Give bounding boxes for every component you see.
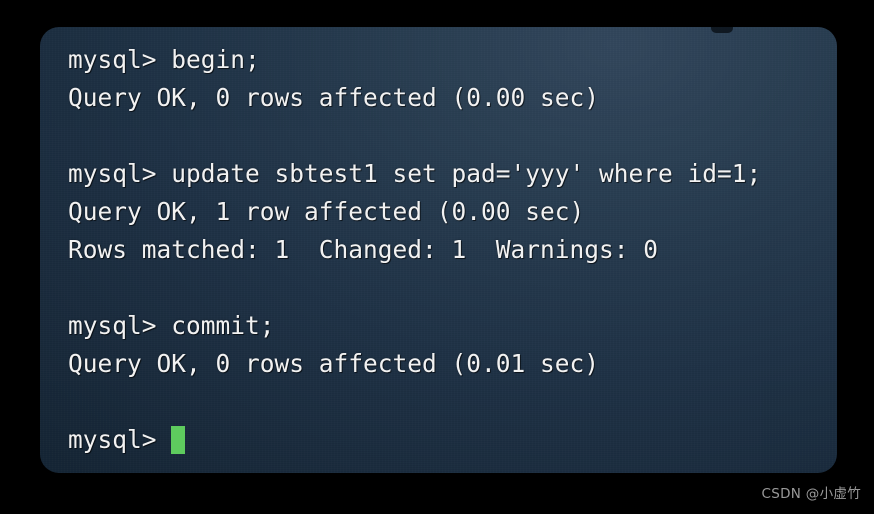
terminal-line: Rows matched: 1 Changed: 1 Warnings: 0: [68, 235, 659, 264]
terminal-prompt-label: mysql>: [68, 425, 157, 454]
terminal-line: mysql> update sbtest1 set pad='yyy' wher…: [68, 159, 762, 188]
terminal-output-area[interactable]: mysql> begin; Query OK, 0 rows affected …: [68, 41, 821, 465]
terminal-line: Query OK, 1 row affected (0.00 sec): [68, 197, 585, 226]
terminal-prompt-line[interactable]: mysql>: [68, 421, 821, 459]
csdn-watermark: CSDN @小虚竹: [761, 486, 861, 502]
screenshot-root: mysql> begin; Query OK, 0 rows affected …: [0, 0, 874, 514]
terminal-line: mysql> commit;: [68, 311, 275, 340]
mysql-terminal-window[interactable]: mysql> begin; Query OK, 0 rows affected …: [40, 27, 837, 473]
terminal-line: Query OK, 0 rows affected (0.00 sec): [68, 83, 600, 112]
terminal-cursor-block: [170, 426, 185, 454]
terminal-line: mysql> begin;: [68, 45, 260, 74]
terminal-line: Query OK, 0 rows affected (0.01 sec): [68, 349, 600, 378]
window-top-notch: [711, 27, 733, 33]
